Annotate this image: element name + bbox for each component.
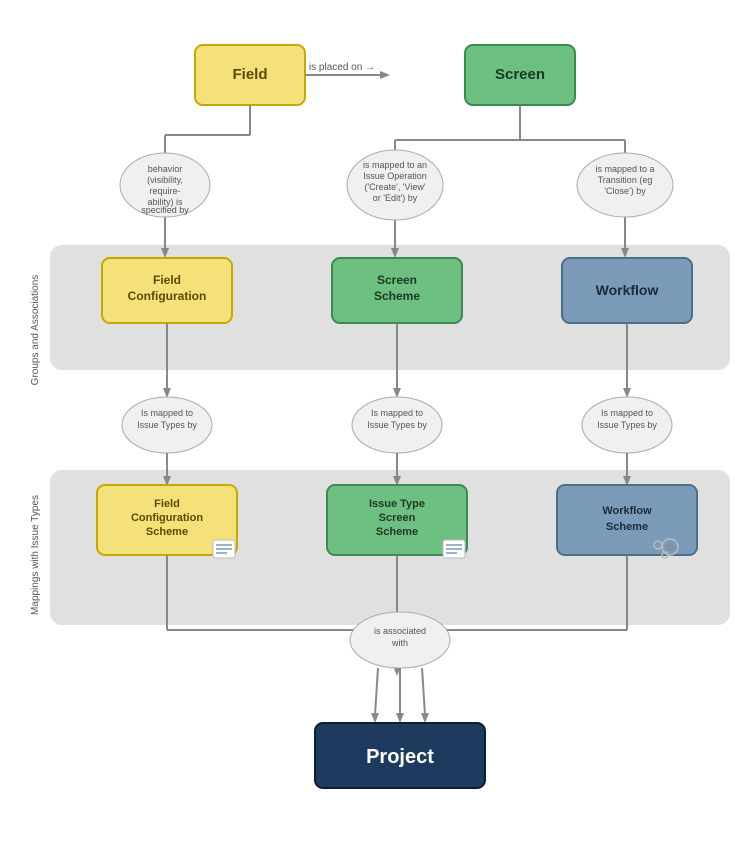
transition-label-2: Transition (eg [598, 175, 653, 185]
itss-label-3: Scheme [376, 526, 418, 538]
assoc-right-arrowhead [421, 713, 429, 723]
wfs-label-1: Workflow [602, 505, 652, 517]
wf-mapped-2: Issue Types by [597, 420, 657, 430]
field-screen-arrow [380, 71, 390, 79]
ss-mapped-1: Is mapped to [371, 408, 423, 418]
issue-op-label-4: or 'Edit') by [373, 193, 418, 203]
workflow-label: Workflow [596, 282, 659, 298]
field-config-label-2: Configuration [128, 289, 207, 303]
screen-scheme-label-2: Scheme [374, 289, 420, 303]
assoc-label-2: with [391, 638, 408, 648]
issue-op-label-1: is mapped to an [363, 160, 427, 170]
assoc-left-arrowhead [371, 713, 379, 723]
wf-mapped-1: Is mapped to [601, 408, 653, 418]
project-label: Project [366, 746, 434, 768]
issue-op-label-3: ('Create', 'View' [364, 182, 426, 192]
assoc-arrow-right [422, 668, 425, 715]
transition-label-3: 'Close') by [604, 186, 646, 196]
itss-label-2: Screen [379, 512, 416, 524]
fc-mapped-1: Is mapped to [141, 408, 193, 418]
groups-associations-label: Groups and Associations [30, 275, 41, 386]
diagram-container: Groups and Associations Mappings with Is… [0, 0, 735, 843]
fcs-label-1: Field [154, 498, 180, 510]
assoc-center-arrowhead [396, 713, 404, 723]
behavior-label-1: behavior [148, 164, 183, 174]
issue-op-label-2: Issue Operation [363, 171, 427, 181]
assoc-label-1: is associated [374, 626, 426, 636]
transition-bubble [577, 153, 673, 217]
mappings-label: Mappings with Issue Types [30, 495, 41, 615]
wfs-label-2: Scheme [606, 521, 648, 533]
behavior-label-5: specified by [141, 205, 189, 215]
itss-label-1: Issue Type [369, 498, 425, 510]
fc-mapped-2: Issue Types by [137, 420, 197, 430]
field-label: Field [232, 66, 267, 83]
behavior-label-2: (visibility, [147, 175, 183, 185]
behavior-label-3: require- [149, 186, 180, 196]
assoc-arrow-left [375, 668, 378, 715]
screen-label: Screen [495, 66, 545, 83]
diagram-svg: Groups and Associations Mappings with Is… [20, 20, 735, 823]
is-placed-on-label: is placed on → [309, 62, 375, 73]
transition-label-1: is mapped to a [595, 164, 654, 174]
fcs-label-2: Configuration [131, 512, 203, 524]
field-config-label-1: Field [153, 273, 181, 287]
screen-scheme-label-1: Screen [377, 273, 417, 287]
ss-mapped-2: Issue Types by [367, 420, 427, 430]
fcs-label-3: Scheme [146, 526, 188, 538]
wf-scheme-box [557, 485, 697, 555]
